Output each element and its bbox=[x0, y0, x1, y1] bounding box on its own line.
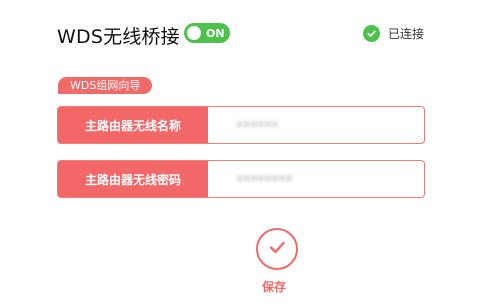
wizard-badge: WDS组网向导 bbox=[58, 77, 153, 94]
save-label[interactable]: 保存 bbox=[262, 278, 286, 295]
password-label: 主路由器无线密码 bbox=[58, 161, 208, 197]
page-title: WDS无线桥接 bbox=[57, 26, 180, 48]
connection-status: 已连接 bbox=[363, 25, 424, 42]
password-field[interactable]: 主路由器无线密码 •••••••• bbox=[57, 160, 425, 198]
status-text: 已连接 bbox=[388, 27, 425, 41]
wds-toggle[interactable]: ON bbox=[184, 23, 230, 43]
check-circle-icon bbox=[363, 25, 380, 42]
checkmark-icon bbox=[266, 236, 288, 262]
toggle-label: ON bbox=[206, 26, 225, 40]
toggle-knob bbox=[187, 26, 201, 40]
ssid-label: 主路由器无线名称 bbox=[58, 107, 208, 143]
password-value[interactable]: •••••••• bbox=[208, 161, 424, 197]
save-button[interactable] bbox=[256, 228, 298, 270]
ssid-value[interactable]: •••••• bbox=[208, 107, 424, 143]
wds-bridge-page: WDS无线桥接 ON 已连接 WDS组网向导 主路由器无线名称 •••••• 主… bbox=[0, 0, 500, 304]
ssid-field[interactable]: 主路由器无线名称 •••••• bbox=[57, 106, 425, 144]
